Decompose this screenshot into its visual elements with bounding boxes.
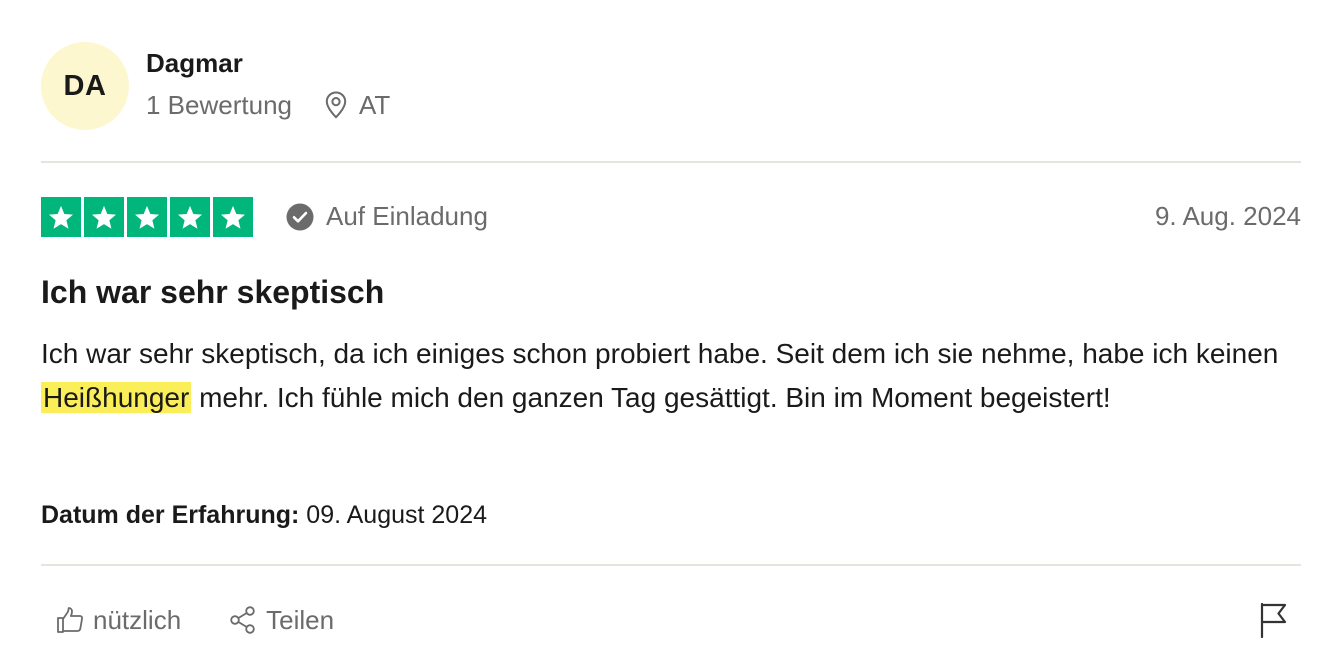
star-rating <box>41 196 253 237</box>
consumer-details: Dagmar 1 Bewertung AT <box>146 42 390 122</box>
review-actions: nützlich Teilen <box>55 600 334 640</box>
highlighted-keyword: Heißhunger <box>41 382 192 413</box>
reviews-count: 1 Bewertung <box>146 90 292 120</box>
share-icon <box>230 606 255 634</box>
divider <box>41 564 1301 566</box>
experience-date-label: Datum der Erfahrung: <box>41 501 300 529</box>
check-circle-icon <box>286 203 314 230</box>
consumer-name[interactable]: Dagmar <box>146 47 390 79</box>
share-label: Teilen <box>266 604 335 635</box>
verification-label: Auf Einladung <box>326 201 488 231</box>
flag-icon[interactable] <box>1259 602 1289 638</box>
star-icon <box>41 196 81 237</box>
avatar[interactable]: DA <box>41 42 129 130</box>
review-date: 9. Aug. 2024 <box>1154 201 1301 231</box>
share-button[interactable]: Teilen <box>228 605 334 636</box>
useful-label: nützlich <box>93 604 182 635</box>
review-body-start: Ich war sehr skeptisch, da ich einiges s… <box>41 338 1279 369</box>
experience-date: Datum der Erfahrung: 09. August 2024 <box>41 498 487 532</box>
star-icon <box>213 196 253 237</box>
star-icon <box>127 196 167 237</box>
divider <box>41 161 1301 163</box>
consumer-meta: 1 Bewertung AT <box>146 88 390 122</box>
verification-badge[interactable]: Auf Einladung <box>286 201 488 232</box>
review-card: DA Dagmar 1 Bewertung AT Auf Einladung 9… <box>41 0 1301 668</box>
consumer-info: DA Dagmar 1 Bewertung AT <box>41 42 390 132</box>
star-icon <box>170 196 210 237</box>
thumbs-up-icon <box>57 607 84 633</box>
review-body-end: mehr. Ich fühle mich den ganzen Tag gesä… <box>191 382 1111 413</box>
consumer-location: AT <box>325 88 390 122</box>
consumer-country: AT <box>358 90 391 120</box>
useful-button[interactable]: nützlich <box>55 605 181 636</box>
review-body: Ich war sehr skeptisch, da ich einiges s… <box>41 332 1281 420</box>
review-title[interactable]: Ich war sehr skeptisch <box>41 272 384 312</box>
star-icon <box>84 196 124 237</box>
rating-row: Auf Einladung 9. Aug. 2024 <box>41 196 1301 237</box>
location-pin-icon <box>325 91 347 119</box>
experience-date-value: 09. August 2024 <box>299 501 488 529</box>
